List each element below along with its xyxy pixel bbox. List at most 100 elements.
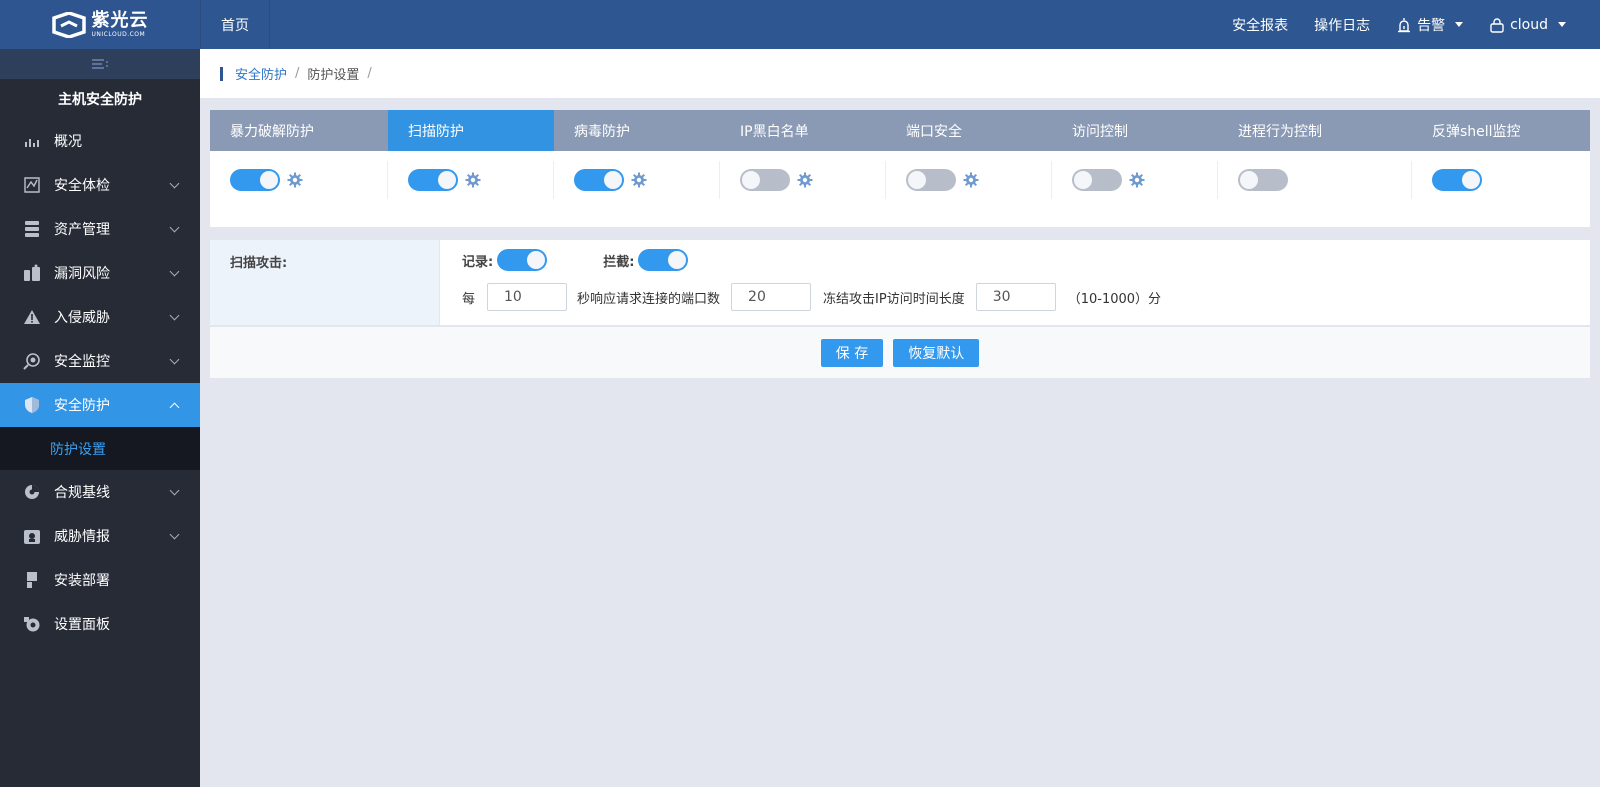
- tab-port-security[interactable]: 端口安全: [886, 110, 1052, 151]
- top-bar: 紫光云 UNICLOUD.COM 首页 安全报表 操作日志 告警 cloud: [0, 0, 1600, 49]
- block-label: 拦截:: [603, 254, 635, 270]
- seconds-input[interactable]: [487, 283, 568, 311]
- chart-icon: [22, 131, 42, 151]
- sidebar-item-vulnerability[interactable]: 漏洞风险: [0, 251, 200, 295]
- action-bar: 保 存 恢复默认: [210, 327, 1590, 378]
- scan-attack-label: 扫描攻击:: [210, 240, 440, 325]
- security-report-link[interactable]: 安全报表: [1232, 15, 1288, 35]
- tab-bar: 暴力破解防护 扫描防护 病毒防护 IP黑白名单 端口安全 访问控制 进程行为控制…: [210, 110, 1590, 151]
- alarm-menu[interactable]: 告警: [1396, 15, 1464, 35]
- ip-list-toggle[interactable]: [740, 169, 790, 191]
- virus-protection-toggle[interactable]: [574, 169, 624, 191]
- sidebar-item-label: 资产管理: [54, 222, 110, 238]
- scan-protection-cell: [388, 161, 554, 199]
- sidebar-item-compliance[interactable]: 合规基线: [0, 470, 200, 514]
- brand-name: 紫光云: [91, 9, 149, 31]
- port-security-toggle[interactable]: [906, 169, 956, 191]
- sidebar-item-label: 安全监控: [54, 354, 110, 370]
- reverse-shell-toggle[interactable]: [1432, 169, 1482, 191]
- process-control-cell: [1218, 161, 1412, 199]
- brute-force-toggle[interactable]: [230, 169, 280, 191]
- baseline-icon: [22, 482, 42, 502]
- gear-icon[interactable]: [464, 171, 482, 189]
- user-icon: [1490, 17, 1504, 33]
- alarm-icon: [1398, 17, 1411, 32]
- alarm-label: 告警: [1417, 17, 1446, 34]
- tab-virus-protection[interactable]: 病毒防护: [554, 110, 720, 151]
- user-menu[interactable]: cloud: [1489, 17, 1566, 33]
- access-control-cell: [1052, 161, 1218, 199]
- access-control-toggle[interactable]: [1072, 169, 1122, 191]
- sidebar-item-label: 合规基线: [54, 485, 110, 501]
- process-control-toggle[interactable]: [1238, 169, 1288, 191]
- save-button[interactable]: 保 存: [820, 338, 884, 367]
- port-security-cell: [886, 161, 1052, 199]
- sidebar-item-monitor[interactable]: 安全监控: [0, 339, 200, 383]
- freeze-duration-input[interactable]: [975, 283, 1056, 311]
- gear-icon[interactable]: [962, 171, 980, 189]
- chevron-up-icon: [169, 402, 180, 413]
- chevron-down-icon: [169, 178, 180, 189]
- deploy-icon: [22, 570, 42, 590]
- ip-list-cell: [720, 161, 886, 199]
- warning-icon: [22, 307, 42, 327]
- sidebar-title: 主机安全防护: [58, 92, 142, 108]
- scan-check-icon: [22, 175, 42, 195]
- sidebar-item-label: 威胁情报: [54, 529, 110, 545]
- tab-access-control[interactable]: 访问控制: [1052, 110, 1218, 151]
- intel-icon: [22, 526, 42, 546]
- range-hint: （10-1000）分: [1067, 291, 1162, 307]
- brand-logo[interactable]: 紫光云 UNICLOUD.COM: [0, 0, 200, 49]
- sidebar-item-assets[interactable]: 资产管理: [0, 207, 200, 251]
- operation-log-link[interactable]: 操作日志: [1314, 15, 1370, 35]
- sidebar-item-overview[interactable]: 概况: [0, 119, 200, 163]
- sidebar-item-label: 概况: [54, 134, 82, 150]
- home-link[interactable]: 首页: [200, 0, 270, 49]
- sidebar-item-label: 设置面板: [54, 617, 110, 633]
- sidebar-item-label: 安全体检: [54, 178, 110, 194]
- gear-icon[interactable]: [1128, 171, 1146, 189]
- sidebar-item-settings[interactable]: 设置面板: [0, 602, 200, 646]
- breadcrumb-parent[interactable]: 安全防护: [235, 64, 287, 83]
- monitor-icon: [22, 351, 42, 371]
- chevron-down-icon: [1455, 22, 1464, 27]
- tab-reverse-shell[interactable]: 反弹shell监控: [1412, 110, 1590, 151]
- gear-icon[interactable]: [286, 171, 304, 189]
- brand-sub: UNICLOUD.COM: [91, 30, 146, 38]
- chevron-down-icon: [169, 222, 180, 233]
- per-label: 每: [462, 291, 476, 307]
- restore-default-button[interactable]: 恢复默认: [893, 338, 980, 367]
- tab-brute-force[interactable]: 暴力破解防护: [210, 110, 388, 151]
- sidebar-item-label: 漏洞风险: [54, 266, 110, 282]
- chevron-down-icon: [1558, 22, 1566, 27]
- bug-icon: [22, 263, 42, 283]
- sidebar-item-threat-intel[interactable]: 威胁情报: [0, 514, 200, 558]
- gear-icon[interactable]: [630, 171, 648, 189]
- sidebar-item-deploy[interactable]: 安装部署: [0, 558, 200, 602]
- sidebar-toggle[interactable]: [0, 49, 200, 79]
- freeze-label: 冻结攻击IP访问时间长度: [823, 291, 965, 307]
- virus-protection-cell: [554, 161, 720, 199]
- tab-switch-row: [210, 151, 1590, 209]
- reverse-shell-cell: [1412, 161, 1590, 199]
- tab-process-control[interactable]: 进程行为控制: [1218, 110, 1412, 151]
- ports-input[interactable]: [731, 283, 812, 311]
- sidebar-item-protection[interactable]: 安全防护: [0, 383, 200, 427]
- scan-protection-toggle[interactable]: [408, 169, 458, 191]
- user-name: cloud: [1510, 16, 1548, 33]
- tab-scan-protection[interactable]: 扫描防护: [388, 110, 554, 151]
- tab-ip-list[interactable]: IP黑白名单: [720, 110, 886, 151]
- gear-icon[interactable]: [796, 171, 814, 189]
- sidebar-subitem-protection-settings[interactable]: 防护设置: [0, 427, 200, 470]
- sidebar-item-health-check[interactable]: 安全体检: [0, 163, 200, 207]
- chevron-down-icon: [169, 529, 180, 540]
- sidebar: 主机安全防护 概况 安全体检 资产管理 漏洞风险 入侵威胁 安全监控 安全防护 …: [0, 49, 200, 787]
- sidebar-item-intrusion[interactable]: 入侵威胁: [0, 295, 200, 339]
- chevron-down-icon: [169, 266, 180, 277]
- block-toggle[interactable]: [638, 249, 689, 271]
- ports-label: 秒响应请求连接的端口数: [577, 291, 721, 307]
- logo-icon: [51, 11, 86, 38]
- settings-icon: [22, 614, 42, 634]
- record-toggle[interactable]: [497, 249, 548, 271]
- menu-collapse-icon: [92, 59, 108, 69]
